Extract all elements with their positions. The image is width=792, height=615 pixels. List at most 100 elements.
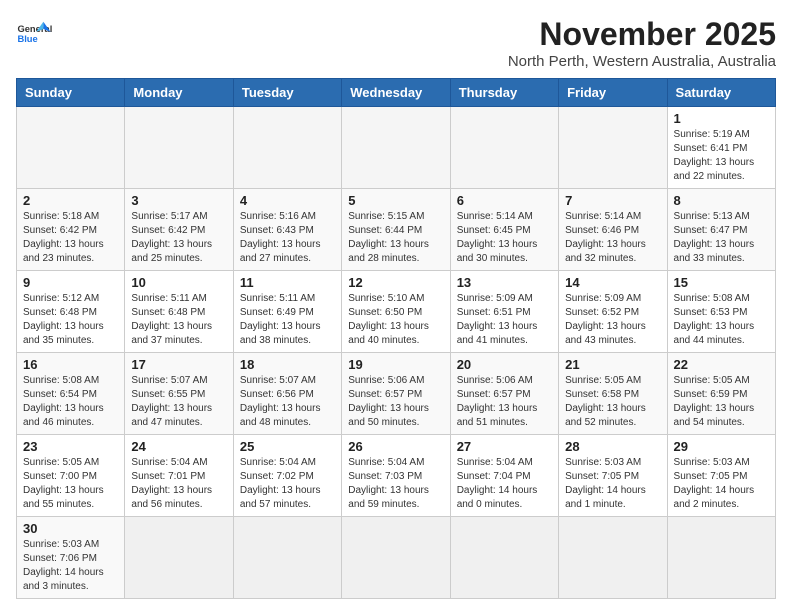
day-cell: 30 Sunrise: 5:03 AM Sunset: 7:06 PM Dayli…: [17, 517, 125, 599]
day-cell: 8Sunrise: 5:13 AM Sunset: 6:47 PM Daylig…: [667, 189, 775, 271]
day-info: Sunrise: 5:04 AM Sunset: 7:04 PM Dayligh…: [457, 456, 552, 512]
day-cell: 24 Sunrise: 5:04 AM Sunset: 7:01 PM Dayli…: [125, 435, 233, 517]
page-header: General Blue November 2025 North Perth, …: [16, 16, 776, 70]
day-number: 30: [23, 521, 118, 536]
day-header-tuesday: Tuesday: [233, 79, 341, 107]
day-info: Sunrise: 5:08 AM Sunset: 6:53 PM Dayligh…: [674, 292, 769, 348]
day-cell: 27 Sunrise: 5:04 AM Sunset: 7:04 PM Dayli…: [450, 435, 558, 517]
day-number: 12: [348, 275, 443, 290]
logo: General Blue: [16, 16, 52, 52]
day-info: Sunrise: 5:17 AM Sunset: 6:42 PM Dayligh…: [131, 210, 226, 266]
day-info: Sunrise: 5:06 AM Sunset: 6:57 PM Dayligh…: [457, 374, 552, 430]
day-cell: 2 Sunrise: 5:18 AM Sunset: 6:42 PM Daylig…: [17, 189, 125, 271]
day-info: Sunrise: 5:15 AM Sunset: 6:44 PM Dayligh…: [348, 210, 443, 266]
day-info: Sunrise: 5:03 AM Sunset: 7:05 PM Dayligh…: [565, 456, 660, 512]
day-info: Sunrise: 5:12 AM Sunset: 6:48 PM Dayligh…: [23, 292, 118, 348]
day-info: Sunrise: 5:14 AM Sunset: 6:45 PM Dayligh…: [457, 210, 552, 266]
day-cell: 10 Sunrise: 5:11 AM Sunset: 6:48 PM Dayli…: [125, 271, 233, 353]
day-info: Sunrise: 5:16 AM Sunset: 6:43 PM Dayligh…: [240, 210, 335, 266]
day-number: 22: [674, 357, 769, 372]
day-info: Sunrise: 5:04 AM Sunset: 7:03 PM Dayligh…: [348, 456, 443, 512]
day-header-wednesday: Wednesday: [342, 79, 450, 107]
day-cell: 28Sunrise: 5:03 AM Sunset: 7:05 PM Dayli…: [559, 435, 667, 517]
day-number: 13: [457, 275, 552, 290]
day-number: 2: [23, 193, 118, 208]
day-number: 9: [23, 275, 118, 290]
day-cell: 20 Sunrise: 5:06 AM Sunset: 6:57 PM Dayli…: [450, 353, 558, 435]
svg-text:Blue: Blue: [17, 34, 37, 44]
day-number: 19: [348, 357, 443, 372]
day-headers-row: SundayMondayTuesdayWednesdayThursdayFrid…: [17, 79, 776, 107]
day-info: Sunrise: 5:03 AM Sunset: 7:06 PM Dayligh…: [23, 538, 118, 594]
day-cell: 18 Sunrise: 5:07 AM Sunset: 6:56 PM Dayli…: [233, 353, 341, 435]
day-cell: 29Sunrise: 5:03 AM Sunset: 7:05 PM Dayli…: [667, 435, 775, 517]
week-row-5: 23 Sunrise: 5:05 AM Sunset: 7:00 PM Dayli…: [17, 435, 776, 517]
day-cell: 3Sunrise: 5:17 AM Sunset: 6:42 PM Daylig…: [125, 189, 233, 271]
day-info: Sunrise: 5:07 AM Sunset: 6:55 PM Dayligh…: [131, 374, 226, 430]
day-cell: 12Sunrise: 5:10 AM Sunset: 6:50 PM Dayli…: [342, 271, 450, 353]
day-number: 1: [674, 111, 769, 126]
day-cell: 17 Sunrise: 5:07 AM Sunset: 6:55 PM Dayli…: [125, 353, 233, 435]
day-info: Sunrise: 5:11 AM Sunset: 6:48 PM Dayligh…: [131, 292, 226, 348]
day-cell: 14Sunrise: 5:09 AM Sunset: 6:52 PM Dayli…: [559, 271, 667, 353]
day-number: 6: [457, 193, 552, 208]
day-header-sunday: Sunday: [17, 79, 125, 107]
day-number: 14: [565, 275, 660, 290]
day-header-friday: Friday: [559, 79, 667, 107]
day-cell: [342, 517, 450, 599]
week-row-6: 30 Sunrise: 5:03 AM Sunset: 7:06 PM Dayli…: [17, 517, 776, 599]
day-number: 23: [23, 439, 118, 454]
day-cell: 11 Sunrise: 5:11 AM Sunset: 6:49 PM Dayli…: [233, 271, 341, 353]
day-info: Sunrise: 5:14 AM Sunset: 6:46 PM Dayligh…: [565, 210, 660, 266]
day-cell: [450, 517, 558, 599]
day-number: 11: [240, 275, 335, 290]
day-number: 10: [131, 275, 226, 290]
day-cell: [559, 107, 667, 189]
week-row-3: 9 Sunrise: 5:12 AM Sunset: 6:48 PM Daylig…: [17, 271, 776, 353]
day-info: Sunrise: 5:05 AM Sunset: 7:00 PM Dayligh…: [23, 456, 118, 512]
week-row-4: 16Sunrise: 5:08 AM Sunset: 6:54 PM Dayli…: [17, 353, 776, 435]
day-number: 17: [131, 357, 226, 372]
day-info: Sunrise: 5:05 AM Sunset: 6:59 PM Dayligh…: [674, 374, 769, 430]
day-cell: [17, 107, 125, 189]
day-number: 26: [348, 439, 443, 454]
day-number: 15: [674, 275, 769, 290]
day-number: 16: [23, 357, 118, 372]
day-number: 27: [457, 439, 552, 454]
day-cell: 16Sunrise: 5:08 AM Sunset: 6:54 PM Dayli…: [17, 353, 125, 435]
day-number: 5: [348, 193, 443, 208]
day-info: Sunrise: 5:07 AM Sunset: 6:56 PM Dayligh…: [240, 374, 335, 430]
day-cell: [559, 517, 667, 599]
day-cell: [233, 517, 341, 599]
day-cell: 15 Sunrise: 5:08 AM Sunset: 6:53 PM Dayli…: [667, 271, 775, 353]
day-number: 20: [457, 357, 552, 372]
day-cell: 5 Sunrise: 5:15 AM Sunset: 6:44 PM Daylig…: [342, 189, 450, 271]
day-cell: 7Sunrise: 5:14 AM Sunset: 6:46 PM Daylig…: [559, 189, 667, 271]
day-info: Sunrise: 5:19 AM Sunset: 6:41 PM Dayligh…: [674, 128, 769, 184]
day-info: Sunrise: 5:04 AM Sunset: 7:01 PM Dayligh…: [131, 456, 226, 512]
day-cell: 22 Sunrise: 5:05 AM Sunset: 6:59 PM Dayli…: [667, 353, 775, 435]
day-number: 21: [565, 357, 660, 372]
day-cell: [125, 107, 233, 189]
day-info: Sunrise: 5:11 AM Sunset: 6:49 PM Dayligh…: [240, 292, 335, 348]
day-cell: 19Sunrise: 5:06 AM Sunset: 6:57 PM Dayli…: [342, 353, 450, 435]
day-cell: 4 Sunrise: 5:16 AM Sunset: 6:43 PM Daylig…: [233, 189, 341, 271]
day-header-thursday: Thursday: [450, 79, 558, 107]
day-cell: 26 Sunrise: 5:04 AM Sunset: 7:03 PM Dayli…: [342, 435, 450, 517]
day-info: Sunrise: 5:05 AM Sunset: 6:58 PM Dayligh…: [565, 374, 660, 430]
day-cell: [667, 517, 775, 599]
day-number: 18: [240, 357, 335, 372]
day-number: 8: [674, 193, 769, 208]
location-title: North Perth, Western Australia, Australi…: [508, 53, 776, 70]
day-info: Sunrise: 5:18 AM Sunset: 6:42 PM Dayligh…: [23, 210, 118, 266]
day-number: 4: [240, 193, 335, 208]
day-cell: [450, 107, 558, 189]
day-cell: 21 Sunrise: 5:05 AM Sunset: 6:58 PM Dayli…: [559, 353, 667, 435]
day-cell: 6 Sunrise: 5:14 AM Sunset: 6:45 PM Daylig…: [450, 189, 558, 271]
week-row-2: 2 Sunrise: 5:18 AM Sunset: 6:42 PM Daylig…: [17, 189, 776, 271]
month-title: November 2025: [508, 16, 776, 53]
day-number: 24: [131, 439, 226, 454]
day-header-monday: Monday: [125, 79, 233, 107]
day-cell: 13Sunrise: 5:09 AM Sunset: 6:51 PM Dayli…: [450, 271, 558, 353]
day-cell: 23 Sunrise: 5:05 AM Sunset: 7:00 PM Dayli…: [17, 435, 125, 517]
